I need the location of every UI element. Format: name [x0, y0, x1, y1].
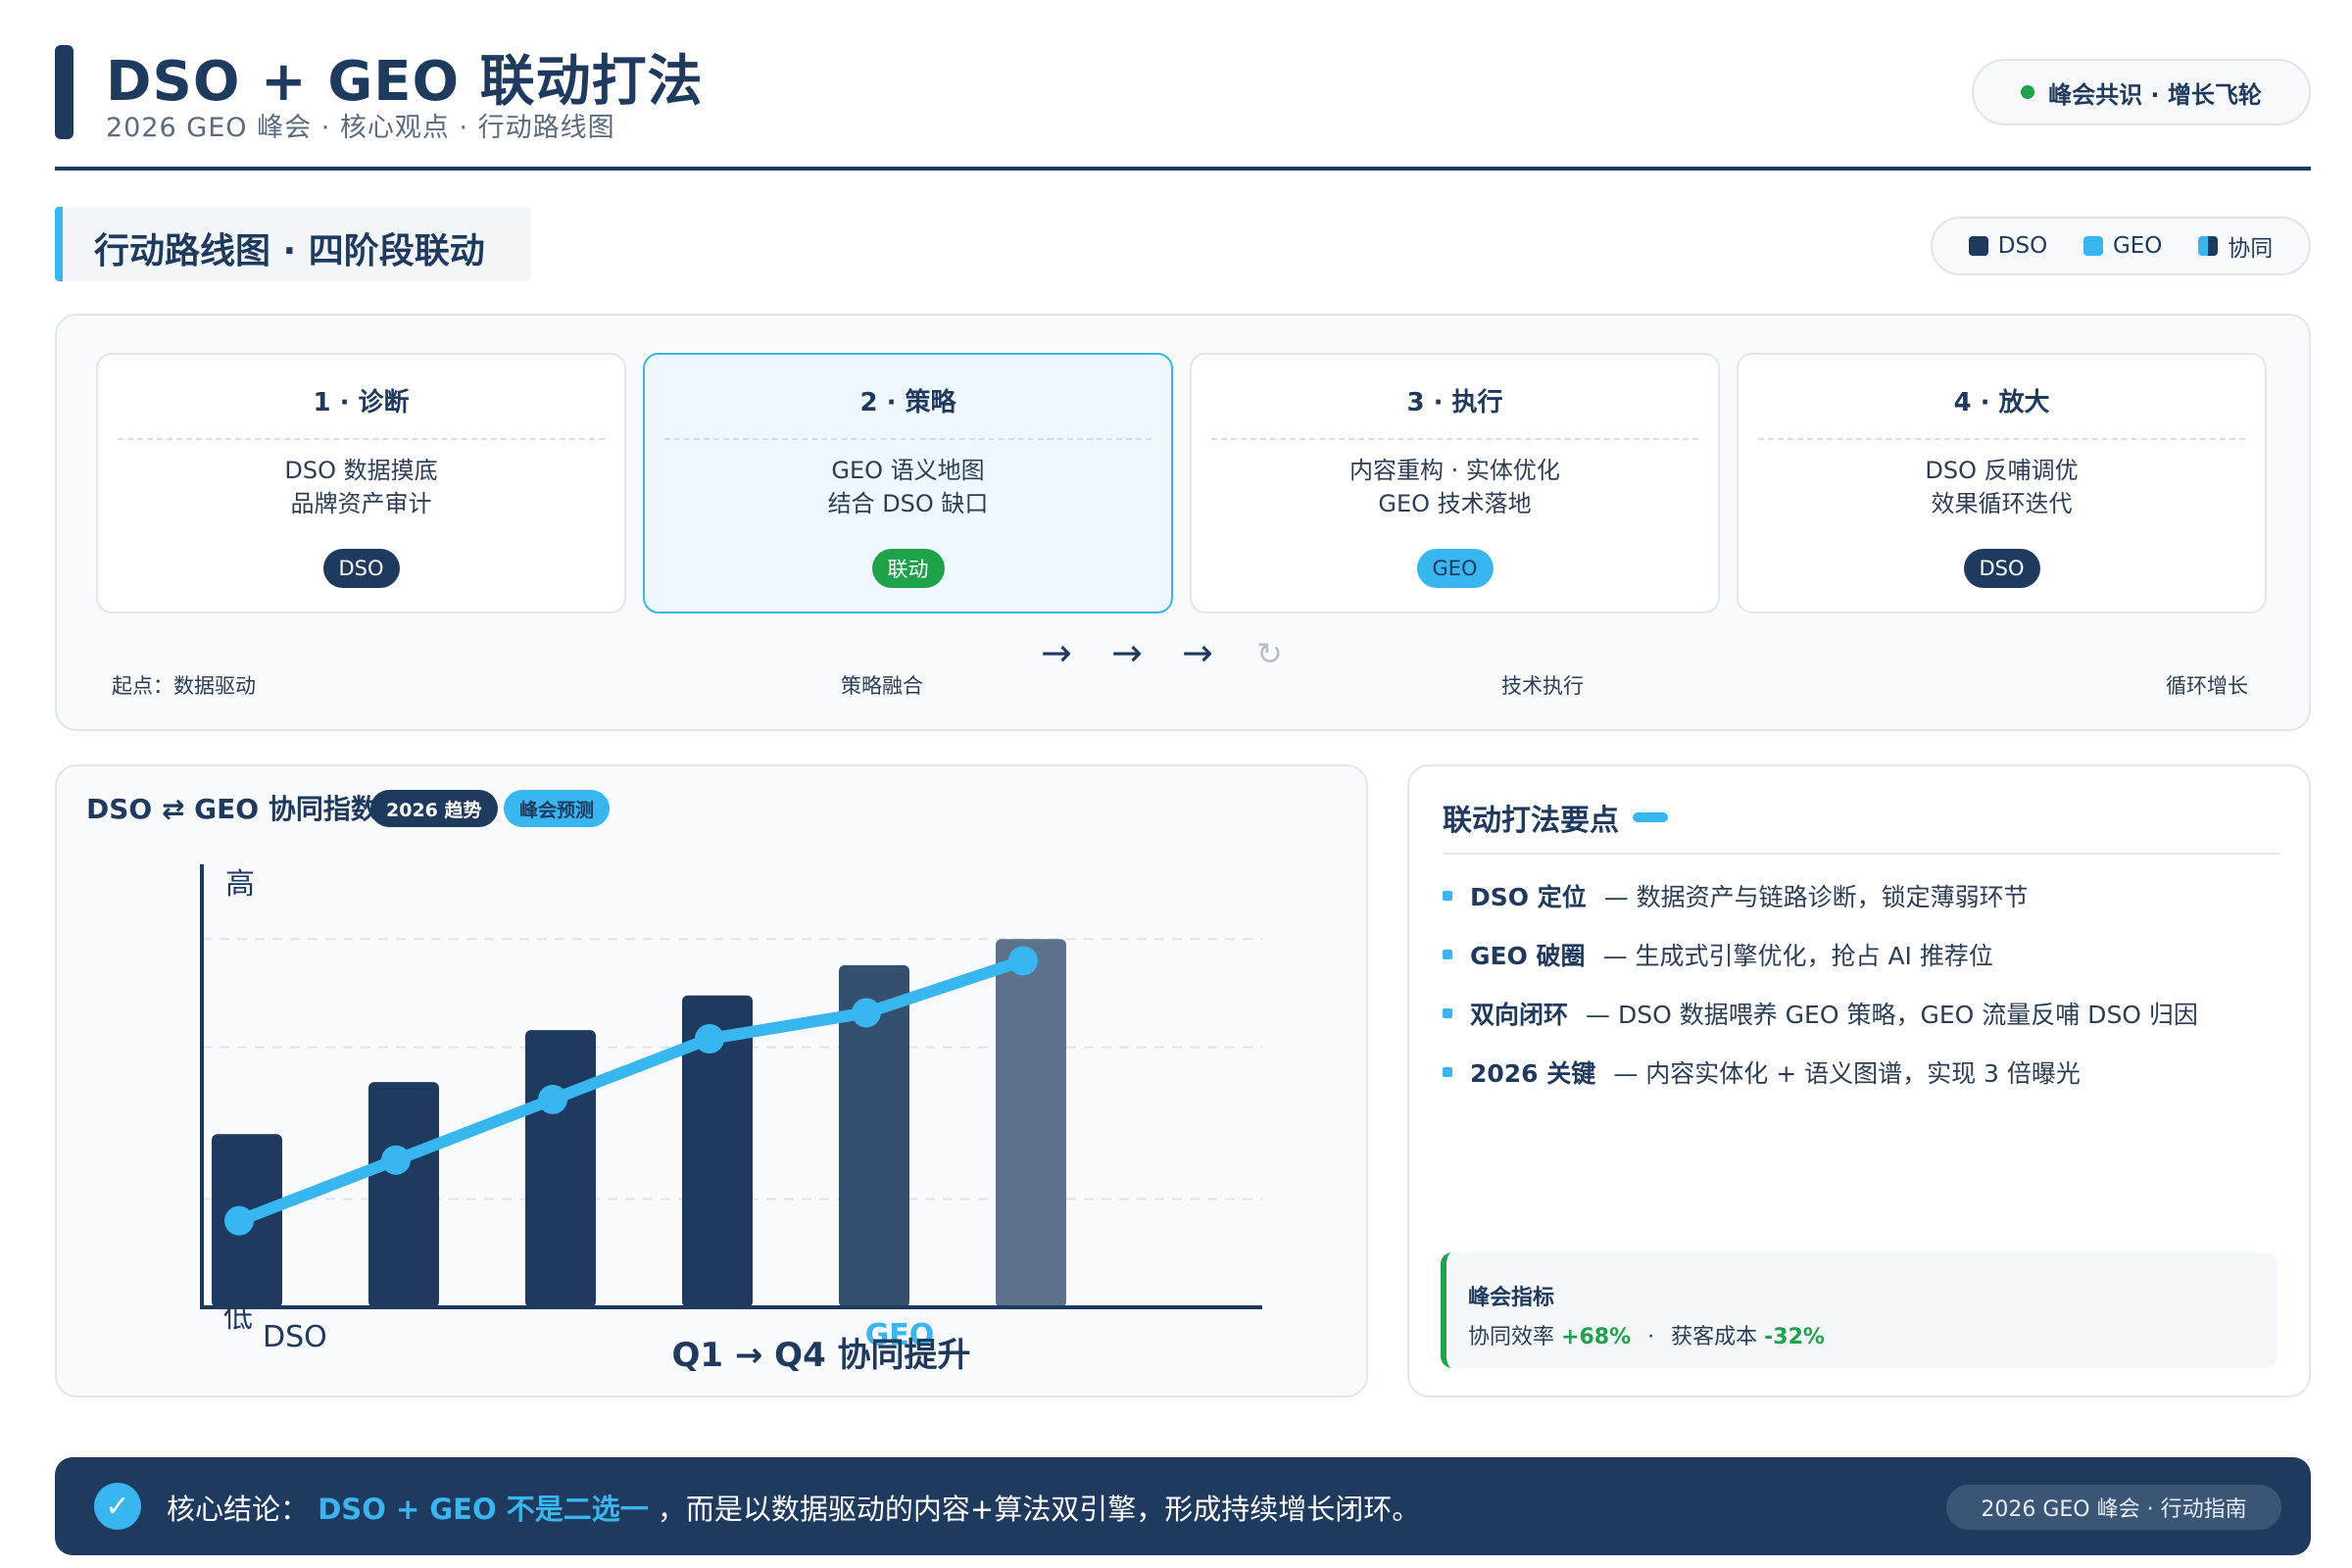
header-badge-label: 峰会共识 · 增长飞轮 — [2048, 80, 2262, 109]
stage-line: DSO 反哺调优 — [1925, 457, 2079, 484]
points-title-accent — [1633, 812, 1668, 822]
page-subtitle: 2026 GEO 峰会 · 核心观点 · 行动路线图 — [106, 113, 615, 143]
series-point — [538, 1084, 567, 1114]
chart-panel: DSO ⇄ GEO 协同指数 2026 趋势 峰会预测 高低 DSO GEO Q1 →… — [55, 764, 1368, 1397]
page-title: DSO + GEO 联动打法 — [106, 50, 704, 114]
stage-line: 效果循环迭代 — [1931, 490, 2073, 517]
stage-line: DSO 数据摸底 — [284, 457, 438, 484]
roadmap-label: 循环增长 — [2166, 674, 2248, 698]
point-key: DSO 定位 — [1470, 883, 1587, 911]
stage-line: 品牌资产审计 — [290, 490, 432, 517]
status-dot-icon — [2021, 85, 2035, 99]
stage-line: 内容重构 · 实体优化 — [1349, 457, 1560, 484]
chart-bar — [368, 1082, 439, 1307]
legend-swatch-cooperate — [2198, 236, 2219, 256]
conclusion-rest: ，而是以数据驱动的内容+算法双引擎，形成持续增长闭环。 — [657, 1493, 1421, 1526]
legend-swatch-geo — [2082, 236, 2103, 256]
conclusion-banner: ✓ 核心结论： DSO + GEO 不是二选一 ，而是以数据驱动的内容+算法双引… — [55, 1457, 2311, 1555]
legend-label: DSO — [1997, 233, 2048, 259]
kpi-title: 峰会指标 — [1468, 1286, 1555, 1310]
roadmap-label: 策略融合 — [841, 674, 923, 698]
stage-tag: GEO — [1416, 549, 1494, 588]
stage-title: 3 · 执行 — [1211, 382, 1698, 440]
stage-line: GEO 技术落地 — [1378, 490, 1532, 517]
arrow-right-icon: → — [1111, 631, 1143, 674]
points-title: 联动打法要点 — [1443, 804, 1619, 838]
series-point — [1008, 946, 1038, 976]
section-title: 行动路线图 · 四阶段联动 — [94, 231, 485, 271]
conclusion-highlight: DSO + GEO 不是二选一 — [318, 1493, 649, 1526]
list-item: DSO 定位 — 数据资产与链路诊断，锁定薄弱环节 — [1443, 878, 2029, 913]
bullet-icon — [1443, 1067, 1452, 1077]
roadmap-panel: 1 · 诊断 DSO 数据摸底 品牌资产审计 DSO 2 · 策略 GEO 语义… — [55, 314, 2311, 731]
section-accent — [55, 207, 63, 281]
conclusion-lead: 核心结论： — [167, 1493, 310, 1526]
stage-card-amplify[interactable]: 4 · 放大 DSO 反哺调优 效果循环迭代 DSO — [1737, 353, 2267, 613]
kpi-label: 获客成本 — [1671, 1325, 1758, 1349]
kpi-values: 协同效率 +68% · 获客成本 -32% — [1468, 1319, 1825, 1350]
x-axis-start-label: DSO — [263, 1320, 327, 1354]
series-point — [852, 998, 881, 1028]
legend-item-cooperate: 协同 — [2198, 229, 2273, 263]
header-badge: 峰会共识 · 增长飞轮 — [1972, 59, 2311, 125]
conclusion-text: 核心结论： DSO + GEO 不是二选一 ，而是以数据驱动的内容+算法双引擎，… — [167, 1487, 1420, 1528]
stage-line: GEO 语义地图 — [831, 457, 985, 484]
list-item: GEO 破圈 — 生成式引擎优化，抢占 AI 推荐位 — [1443, 937, 1993, 972]
kpi-box: 峰会指标 协同效率 +68% · 获客成本 -32% — [1441, 1252, 2278, 1368]
legend: DSO GEO 协同 — [1931, 217, 2311, 275]
stage-tag: DSO — [322, 549, 400, 588]
point-key: GEO 破圈 — [1470, 942, 1586, 970]
check-icon: ✓ — [94, 1483, 141, 1530]
arrow-right-icon: → — [1182, 631, 1213, 674]
stage-card-strategy[interactable]: 2 · 策略 GEO 语义地图 结合 DSO 缺口 联动 — [643, 353, 1173, 613]
synergy-chart: 高低DSO GEOQ1 → Q4 协同提升 — [200, 864, 1262, 1375]
legend-label: GEO — [2112, 233, 2163, 259]
stage-tag: 联动 — [871, 549, 945, 588]
list-item: 双向闭环 — DSO 数据喂养 GEO 策略，GEO 流量反哺 DSO 归因 — [1443, 996, 2198, 1031]
bullet-icon — [1443, 891, 1452, 901]
kpi-separator: · — [1647, 1325, 1655, 1349]
points-panel: 联动打法要点 DSO 定位 — 数据资产与链路诊断，锁定薄弱环节 GEO 破圈 … — [1407, 764, 2311, 1397]
series-point — [381, 1145, 411, 1175]
y-axis-bottom-label: 低 — [223, 1300, 253, 1335]
chart-bar — [525, 1030, 596, 1307]
point-text: — DSO 数据喂养 GEO 策略，GEO 流量反哺 DSO 归因 — [1586, 1001, 2198, 1029]
footer-badge: 2026 GEO 峰会 · 行动指南 — [1946, 1485, 2281, 1530]
y-axis-top-label: 高 — [225, 867, 255, 902]
section-header: 行动路线图 · 四阶段联动 — [55, 207, 531, 281]
legend-label: 协同 — [2228, 236, 2274, 262]
stage-title: 2 · 策略 — [664, 382, 1152, 440]
point-text: — 生成式引擎优化，抢占 AI 推荐位 — [1602, 942, 1993, 970]
legend-item-geo: GEO — [2082, 233, 2163, 259]
roadmap-label: 技术执行 — [1501, 674, 1584, 698]
stage-tag: DSO — [1963, 549, 2040, 588]
stage-card-diagnose[interactable]: 1 · 诊断 DSO 数据摸底 品牌资产审计 DSO — [96, 353, 626, 613]
point-text: — 数据资产与链路诊断，锁定薄弱环节 — [1603, 883, 2029, 911]
bullet-icon — [1443, 1008, 1452, 1018]
kpi-label: 协同效率 — [1468, 1325, 1555, 1349]
stage-title: 1 · 诊断 — [118, 382, 605, 440]
points-divider — [1443, 853, 2279, 855]
stage-title: 4 · 放大 — [1758, 382, 2245, 440]
legend-item-dso: DSO — [1968, 233, 2048, 259]
point-key: 双向闭环 — [1470, 1001, 1569, 1029]
stage-line: 结合 DSO 缺口 — [827, 490, 989, 517]
header-divider — [55, 167, 2311, 171]
roadmap-label: 起点：数据驱动 — [112, 674, 256, 698]
point-key: 2026 关键 — [1470, 1059, 1596, 1088]
kpi-value-cost: -32% — [1764, 1325, 1825, 1349]
stage-card-execute[interactable]: 3 · 执行 内容重构 · 实体优化 GEO 技术落地 GEO — [1190, 353, 1720, 613]
chart-bar — [996, 939, 1066, 1307]
series-point — [224, 1205, 254, 1236]
point-text: — 内容实体化 + 语义图谱，实现 3 倍曝光 — [1613, 1059, 2081, 1088]
legend-swatch-dso — [1968, 236, 1988, 256]
header-accent-bar — [55, 45, 74, 139]
x-axis-title: Q1 → Q4 协同提升 — [671, 1336, 970, 1375]
list-item: 2026 关键 — 内容实体化 + 语义图谱，实现 3 倍曝光 — [1443, 1054, 2081, 1090]
bullet-icon — [1443, 950, 1452, 959]
arrow-right-icon: → — [1041, 631, 1072, 674]
series-point — [695, 1023, 724, 1054]
kpi-value-efficiency: +68% — [1561, 1325, 1632, 1349]
loop-icon: ↻ — [1256, 635, 1283, 672]
